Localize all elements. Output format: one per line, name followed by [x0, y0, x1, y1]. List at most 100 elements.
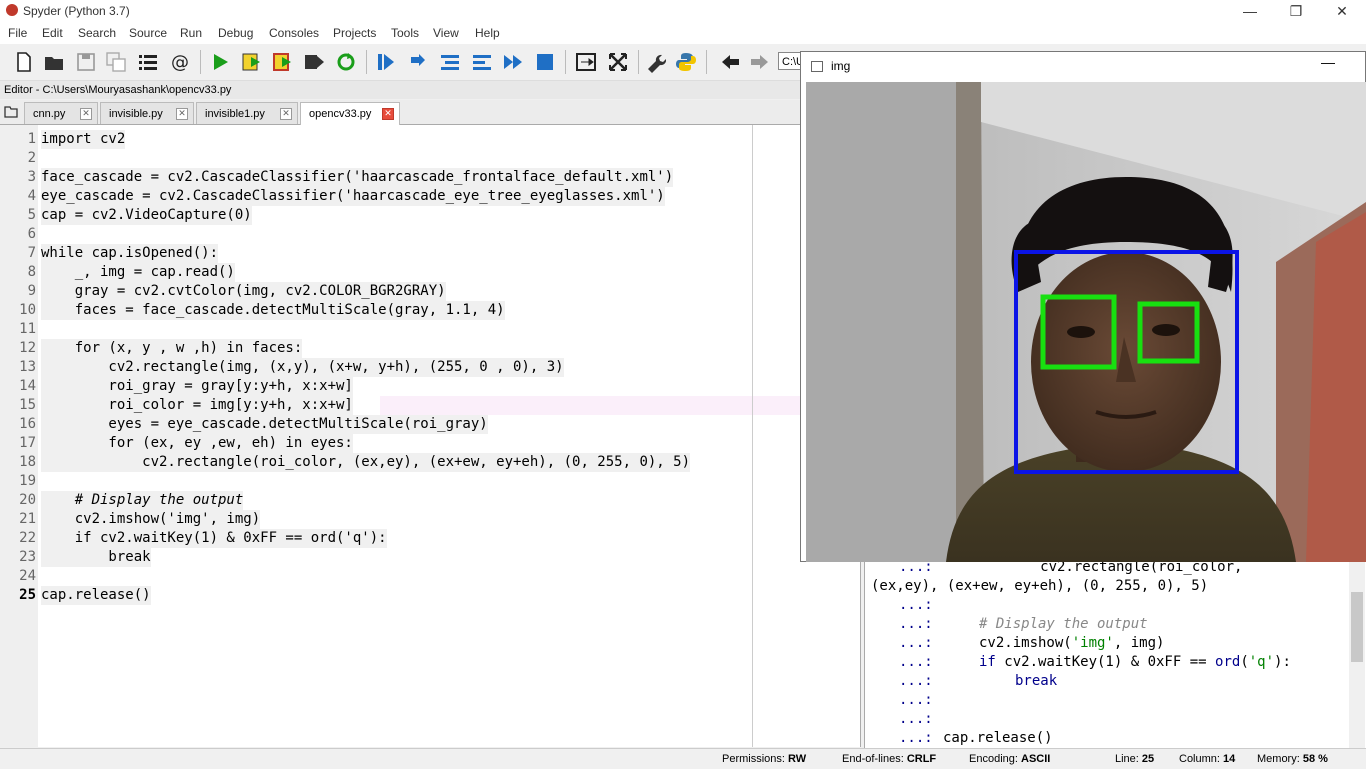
restore-button[interactable]: ❐	[1273, 0, 1319, 22]
python-icon[interactable]	[674, 50, 698, 74]
wrench-icon[interactable]	[643, 50, 667, 74]
console-builtin: ord	[1215, 654, 1241, 670]
at-icon[interactable]: @	[168, 50, 192, 74]
menu-help[interactable]: Help	[475, 26, 500, 40]
code-line[interactable]: cap = cv2.VideoCapture(0)	[41, 206, 252, 225]
code-line[interactable]: eyes = eye_cascade.detectMultiScale(roi_…	[41, 415, 488, 434]
tab-close-icon[interactable]: ✕	[382, 108, 394, 120]
webcam-image	[806, 82, 1366, 562]
continue-icon[interactable]	[501, 50, 525, 74]
run-cell-icon[interactable]	[240, 50, 264, 74]
tab-label: invisible1.py	[205, 108, 265, 120]
line-number: 22	[19, 530, 36, 546]
step-icon[interactable]	[406, 50, 430, 74]
console-prompt: ...:	[899, 730, 933, 746]
code-line[interactable]: eye_cascade = cv2.CascadeClassifier('haa…	[41, 187, 665, 206]
tab-close-icon[interactable]: ✕	[80, 108, 92, 120]
tab-opencv33[interactable]: opencv33.py ✕	[300, 102, 400, 125]
line-number: 10	[19, 302, 36, 318]
close-button[interactable]: ✕	[1319, 0, 1365, 22]
line-number: 15	[19, 397, 36, 413]
new-file-icon[interactable]	[12, 50, 36, 74]
status-memory: Memory: 58 %	[1257, 749, 1328, 769]
tab-close-icon[interactable]: ✕	[176, 108, 188, 120]
scrollbar-thumb[interactable]	[1351, 592, 1363, 662]
code-line[interactable]: cv2.rectangle(roi_color, (ex,ey), (ex+ew…	[41, 453, 691, 472]
line-number: 2	[27, 150, 36, 166]
run-selection-icon[interactable]	[302, 50, 326, 74]
code-line[interactable]: faces = face_cascade.detectMultiScale(gr…	[41, 301, 505, 320]
console-keyword: if	[979, 654, 996, 670]
status-line: Line: 25	[1115, 749, 1154, 769]
menu-search[interactable]: Search	[78, 26, 116, 40]
tab-label: opencv33.py	[309, 108, 372, 120]
console-code: cv2.imshow(	[979, 635, 1072, 651]
code-line[interactable]: break	[41, 548, 151, 567]
code-line[interactable]: cap.release()	[41, 586, 151, 605]
tab-invisible[interactable]: invisible.py ✕	[100, 102, 194, 124]
line-number: 13	[19, 359, 36, 375]
menu-consoles[interactable]: Consoles	[269, 26, 319, 40]
code-line[interactable]: import cv2	[41, 130, 126, 149]
menu-run[interactable]: Run	[180, 26, 202, 40]
debug-icon[interactable]	[374, 50, 398, 74]
menu-source[interactable]: Source	[129, 26, 167, 40]
code-line[interactable]: _, img = cap.read()	[41, 263, 235, 282]
image-window[interactable]: img —	[800, 51, 1366, 562]
code-line[interactable]: roi_color = img[y:y+h, x:x+w]	[41, 396, 353, 415]
console-code: cv2.waitKey(1) & 0xFF ==	[995, 654, 1216, 670]
spyder-icon	[6, 4, 18, 16]
save-icon[interactable]	[74, 50, 98, 74]
run-icon[interactable]	[208, 50, 232, 74]
tab-close-icon[interactable]: ✕	[280, 108, 292, 120]
step-return-icon[interactable]	[470, 50, 494, 74]
code-editor[interactable]: 1 2 3 4 5 6 7 8 9 10 11 12 13 14 15 16 1…	[0, 125, 861, 747]
ipython-console[interactable]: ...: cv2.rectangle(roi_color, (ex,ey), (…	[864, 559, 1366, 748]
line-number: 16	[19, 416, 36, 432]
menu-view[interactable]: View	[433, 26, 459, 40]
back-arrow-icon[interactable]	[718, 50, 742, 74]
step-into-icon[interactable]	[438, 50, 462, 74]
list-icon[interactable]	[136, 50, 160, 74]
line-number-current: 25	[19, 587, 36, 603]
save-all-icon[interactable]	[104, 50, 128, 74]
browse-tabs-icon[interactable]	[3, 104, 19, 120]
code-line-comment[interactable]: # Display the output	[41, 491, 244, 510]
console-scrollbar[interactable]	[1349, 562, 1365, 748]
tab-invisible1[interactable]: invisible1.py ✕	[196, 102, 298, 124]
line-number: 8	[27, 264, 36, 280]
minimize-button[interactable]: —	[1227, 0, 1273, 22]
run-cell-advance-icon[interactable]	[271, 50, 295, 74]
status-value: RW	[788, 753, 807, 765]
code-line[interactable]: cv2.rectangle(img, (x,y), (x+w, y+h), (2…	[41, 358, 564, 377]
line-number: 23	[19, 549, 36, 565]
rerun-icon[interactable]	[334, 50, 358, 74]
toolbar-divider	[638, 50, 639, 74]
code-line[interactable]: for (x, y , w ,h) in faces:	[41, 339, 303, 358]
code-line[interactable]: if cv2.waitKey(1) & 0xFF == ord('q'):	[41, 529, 387, 548]
status-label: Encoding:	[969, 753, 1018, 765]
stop-icon[interactable]	[533, 50, 557, 74]
line-number: 11	[19, 321, 36, 337]
menu-projects[interactable]: Projects	[333, 26, 376, 40]
code-line[interactable]: roi_gray = gray[y:y+h, x:x+w]	[41, 377, 353, 396]
menu-debug[interactable]: Debug	[218, 26, 253, 40]
code-line[interactable]: face_cascade = cv2.CascadeClassifier('ha…	[41, 168, 674, 187]
open-folder-icon[interactable]	[42, 50, 66, 74]
console-prompt: ...:	[899, 711, 933, 727]
tab-cnn[interactable]: cnn.py ✕	[24, 102, 98, 124]
menu-file[interactable]: File	[8, 26, 27, 40]
maximize-pane-icon[interactable]	[574, 50, 598, 74]
menu-edit[interactable]: Edit	[42, 26, 63, 40]
current-line-highlight	[380, 396, 800, 415]
code-line[interactable]: for (ex, ey ,ew, eh) in eyes:	[41, 434, 353, 453]
menu-tools[interactable]: Tools	[391, 26, 419, 40]
code-line[interactable]: cv2.imshow('img', img)	[41, 510, 261, 529]
svg-text:@: @	[171, 52, 189, 73]
code-line[interactable]: gray = cv2.cvtColor(img, cv2.COLOR_BGR2G…	[41, 282, 446, 301]
code-line[interactable]: while cap.isOpened():	[41, 244, 219, 263]
image-window-minimize-button[interactable]: —	[1321, 54, 1335, 70]
forward-arrow-icon[interactable]	[748, 50, 772, 74]
console-prompt: ...:	[899, 597, 933, 613]
fullscreen-icon[interactable]	[606, 50, 630, 74]
